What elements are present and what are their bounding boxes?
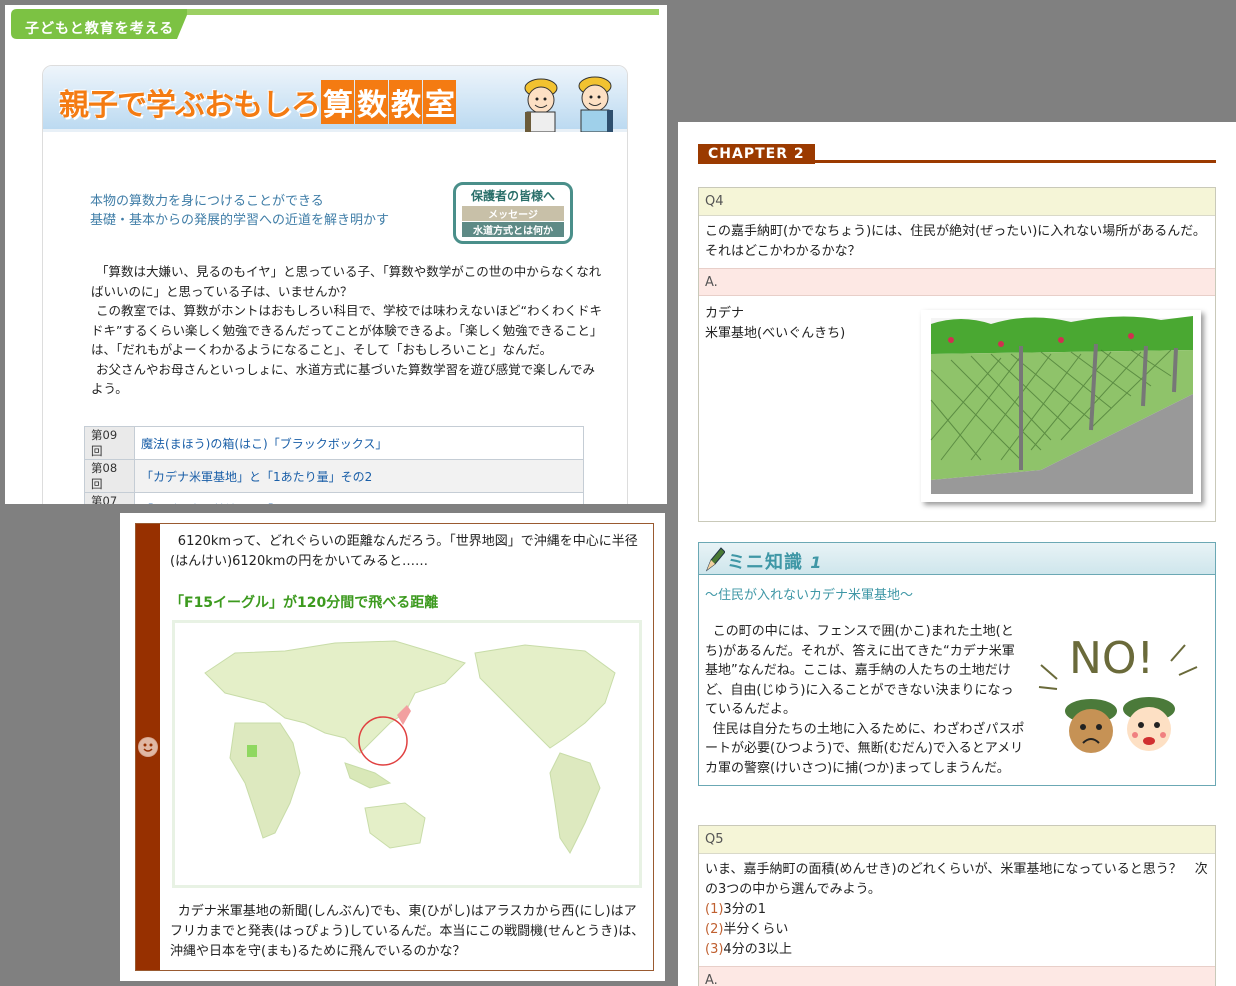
title-box-char: 算 (321, 80, 354, 124)
math-classroom-frame: 親子で学ぶおもしろ算数教室 本物の算数力を身につけることができる 基礎・基本から… (42, 65, 628, 504)
lesson-number: 第08回 (84, 459, 135, 493)
question-label: Q5 (699, 826, 1215, 854)
page-banner: 親子で学ぶおもしろ算数教室 (43, 66, 627, 132)
mini-paragraph: この町の中には、フェンスで囲(かこ)まれた土地(とち)があるんだ。それが、答えに… (705, 624, 1015, 717)
question-text-line: いま、嘉手納町の面積(めんせき)のどれくらいが、米軍基地になっていると思う？ 次… (705, 862, 1208, 897)
education-page-panel: 子どもと教育を考える 親子で学ぶおもしろ算数教室 本物の算数力を身につけることが… (5, 5, 667, 504)
mini-knowledge-header: ミニ知識 1 (699, 543, 1215, 575)
article-sidebar (136, 524, 160, 970)
soldiers-no-illustration: NO! (1038, 633, 1198, 753)
lesson-number: 第07回 (84, 492, 135, 504)
option-number: (2) (705, 922, 724, 937)
water-method-link[interactable]: 水道方式とは何か (462, 222, 564, 237)
tagline-line: 基礎・基本からの発展的学習への近道を解き明かす (90, 213, 390, 228)
mini-paragraph: 住民は自分たちの土地に入るために、わざわざパスポートが必要(ひつよう)で、無断(… (705, 721, 1025, 776)
mini-knowledge-number: 1 (810, 553, 823, 572)
answer-text: カデナ 米軍基地(べいぐんきち) (705, 304, 845, 344)
map-heading: 「F15イーグル」が120分間で飛べる距離 (170, 595, 439, 611)
option-number: (3) (705, 942, 724, 957)
distance-paragraph: 6120kmって、どれぐらいの距離なんだろう。「世界地図」で沖縄を中心に半径(は… (170, 534, 638, 569)
answer-line: カデナ (705, 306, 745, 321)
answer-label: A. (699, 268, 1215, 296)
answer-label: A. (699, 966, 1215, 986)
lesson-row: 第08回 「カデナ米軍基地」と「1あたり量」その2 (84, 459, 584, 493)
option-text: 3分の1 (723, 902, 766, 917)
parents-message-title: 保護者の皆様へ (470, 189, 555, 203)
mini-knowledge-title: ミニ知識 1 (727, 548, 822, 574)
tagline-line: 本物の算数力を身につけることができる (90, 194, 324, 209)
pencil-icon (705, 547, 725, 572)
page-title-text: 親子で学ぶおもしろ (59, 88, 321, 123)
message-link[interactable]: メッセージ (462, 206, 564, 221)
mini-knowledge-box: ミニ知識 1 ～住民が入れないカデナ米軍基地～ この町の中には、フェンスで囲(か… (698, 542, 1216, 786)
lesson-list: 第09回 魔法(まほう)の箱(はこ)「ブラックボックス」 第08回 「カデナ米軍… (84, 426, 584, 504)
option-item: (2)半分くらい (705, 920, 1209, 940)
option-text: 半分くらい (723, 922, 789, 937)
page-title: 親子で学ぶおもしろ算数教室 (59, 80, 456, 124)
option-item: (1)3分の1 (705, 900, 1209, 920)
intro-paragraph: お父さんやお母さんといっしょに、水道方式に基づいた算数学習を遊び感覚で楽しんでみ… (91, 361, 596, 397)
intro-tagline: 本物の算数力を身につけることができる 基礎・基本からの発展的学習への近道を解き明… (90, 192, 389, 230)
no-text: NO! (1069, 633, 1154, 684)
question-box: Q5 いま、嘉手納町の面積(めんせき)のどれくらいが、米軍基地になっていると思う… (698, 825, 1216, 986)
lesson-link[interactable]: 「カデナ米軍基地」と「1あたり量」その2 (134, 459, 584, 493)
mini-knowledge-title-text: ミニ知識 (727, 552, 803, 573)
answer-line: 米軍基地(べいぐんきち) (705, 326, 846, 341)
question-text: この嘉手納町(かでなちょう)には、住民が絶対(ぜったい)に入れない場所があるんだ… (705, 224, 1206, 259)
lesson-row: 第07回 「カデナ米軍基地」と「1あたり量」 (84, 492, 584, 504)
question-text: いま、嘉手納町の面積(めんせき)のどれくらいが、米軍基地になっていると思う？ 次… (699, 854, 1215, 966)
lesson-link[interactable]: 「カデナ米軍基地」と「1あたり量」 (134, 492, 584, 504)
question-label: Q4 (699, 188, 1215, 216)
chapter-label: CHAPTER 2 (698, 144, 815, 164)
intro-paragraph: 「算数は大嫌い、見るのもイヤ」と思っている子、「算数や数学がこの世の中からなくな… (91, 264, 602, 299)
option-item: (3)4分の3以上 (705, 940, 1209, 960)
mini-knowledge-body: この町の中には、フェンスで囲(かこ)まれた土地(とち)があるんだ。それが、答えに… (705, 622, 1025, 778)
world-map (172, 620, 642, 888)
title-box-char: 教 (389, 80, 422, 124)
lesson-link[interactable]: 魔法(まほう)の箱(はこ)「ブラックボックス」 (134, 426, 584, 460)
section-header-label: 子どもと教育を考える (25, 21, 175, 37)
intro-body: 「算数は大嫌い、見るのもイヤ」と思っている子、「算数や数学がこの世の中からなくな… (91, 262, 603, 399)
title-box-char: 数 (355, 80, 388, 124)
question-box: Q4 この嘉手納町(かでなちょう)には、住民が絶対(ぜったい)に入れない場所があ… (698, 187, 1216, 522)
fence-illustration (921, 310, 1201, 502)
option-text: 4分の3以上 (723, 942, 792, 957)
chapter-panel: CHAPTER 2 Q4 この嘉手納町(かでなちょう)には、住民が絶対(ぜったい… (678, 122, 1236, 986)
intro-paragraph: この教室では、算数がホントはおもしろい科目で、学校では味わえないほど“わくわくド… (91, 303, 603, 357)
title-box-char: 室 (423, 80, 456, 124)
parents-message-button[interactable]: 保護者の皆様へ メッセージ 水道方式とは何か (453, 182, 573, 244)
article-frame: 6120kmって、どれぐらいの距離なんだろう。「世界地図」で沖縄を中心に半径(は… (135, 523, 654, 971)
map-article-panel: 6120kmって、どれぐらいの距離なんだろう。「世界地図」で沖縄を中心に半径(は… (120, 513, 665, 981)
option-number: (1) (705, 902, 724, 917)
world-map-graphic (175, 623, 639, 885)
students-illustration (524, 76, 613, 132)
kadena-paragraph: カデナ米軍基地の新聞(しんぶん)でも、東(ひがし)はアラスカから西(にし)はアフ… (170, 904, 645, 959)
lesson-number: 第09回 (84, 426, 135, 460)
section-header-bar: 子どもと教育を考える (11, 9, 659, 45)
smiley-icon (138, 737, 158, 757)
mini-knowledge-subtitle: ～住民が入れないカデナ米軍基地～ (705, 588, 914, 603)
lesson-row: 第09回 魔法(まほう)の箱(はこ)「ブラックボックス」 (84, 426, 584, 460)
